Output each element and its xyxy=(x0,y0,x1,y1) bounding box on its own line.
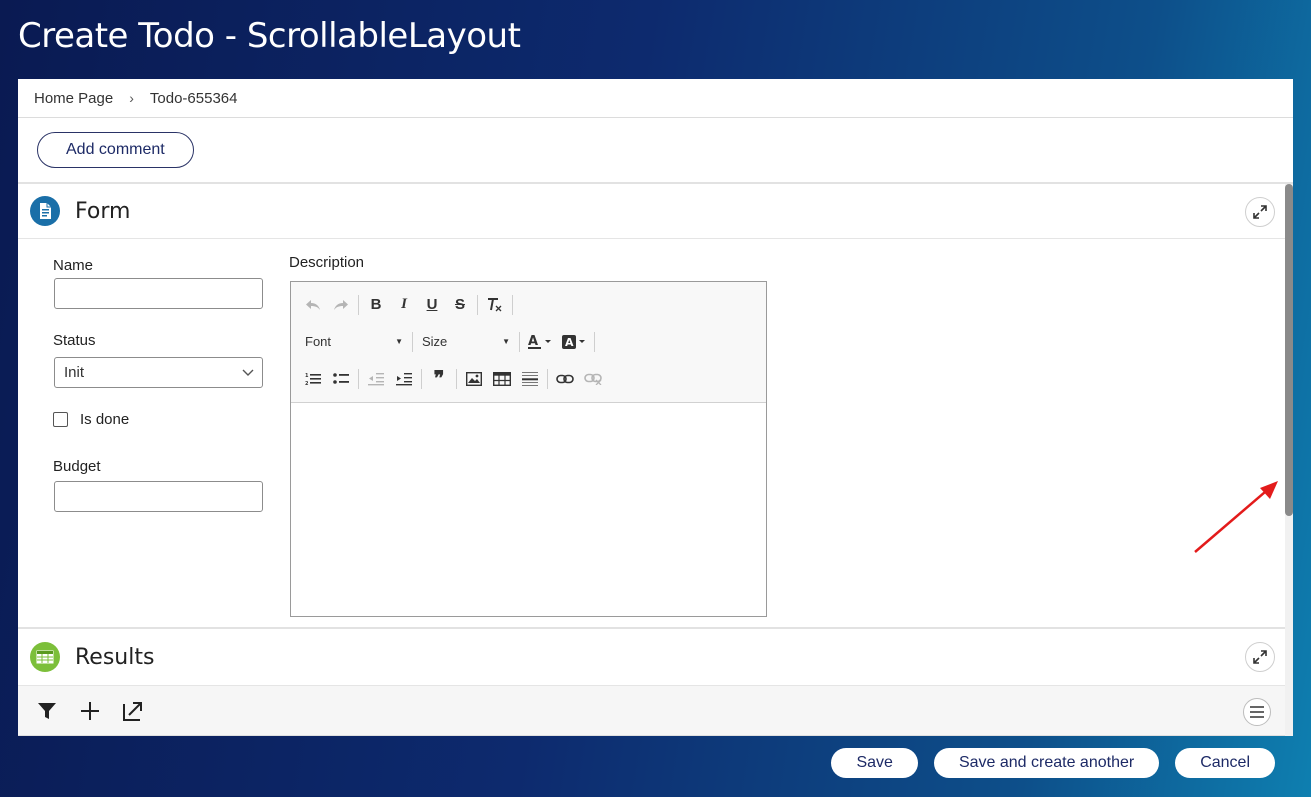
is-done-checkbox[interactable] xyxy=(53,412,68,427)
toolbar-separator xyxy=(421,368,422,389)
bullet-list-icon[interactable] xyxy=(327,366,355,392)
main-panel: Home Page › Todo-655364 Add comment Form xyxy=(18,79,1293,736)
status-label: Status xyxy=(53,332,96,349)
size-dropdown[interactable]: Size ▼ xyxy=(416,329,516,355)
save-and-create-another-button[interactable]: Save and create another xyxy=(933,748,1160,778)
breadcrumb-separator: › xyxy=(129,90,134,106)
status-select[interactable]: Init xyxy=(54,357,263,388)
underline-icon[interactable]: U xyxy=(418,292,446,318)
svg-text:1: 1 xyxy=(305,373,309,379)
unlink-icon[interactable] xyxy=(579,366,607,392)
save-button[interactable]: Save xyxy=(831,748,918,778)
cancel-button[interactable]: Cancel xyxy=(1175,748,1275,778)
table-insert-icon[interactable] xyxy=(488,366,516,392)
expand-icon xyxy=(1253,650,1267,664)
name-input[interactable] xyxy=(54,278,263,309)
indent-icon[interactable] xyxy=(390,366,418,392)
results-section-header: Results xyxy=(18,629,1293,686)
bold-icon[interactable]: B xyxy=(362,292,390,318)
redo-icon[interactable] xyxy=(327,292,355,318)
horizontal-line-icon[interactable] xyxy=(516,366,544,392)
toolbar-separator xyxy=(519,331,520,352)
blockquote-icon[interactable]: ❞ xyxy=(425,366,453,392)
link-icon[interactable] xyxy=(551,366,579,392)
toolbar-separator xyxy=(412,331,413,352)
budget-input[interactable] xyxy=(54,481,263,512)
undo-icon[interactable] xyxy=(299,292,327,318)
breadcrumb-home[interactable]: Home Page xyxy=(34,90,113,107)
editor-toolbar: B I U S Font ▼ Size ▼ A A 1 2 ❞ xyxy=(291,282,766,403)
form-section-header: Form xyxy=(18,184,1293,239)
scroll-area[interactable]: Form Name Status Init Is done Budget Des xyxy=(18,184,1293,736)
results-expand-button[interactable] xyxy=(1245,642,1275,672)
caret-down-icon: ▼ xyxy=(395,337,403,346)
toolbar-separator xyxy=(358,368,359,389)
font-dropdown-label: Font xyxy=(305,334,332,349)
italic-icon[interactable]: I xyxy=(390,292,418,318)
expand-icon xyxy=(1253,205,1267,219)
add-comment-button[interactable]: Add comment xyxy=(37,132,194,168)
page-title: Create Todo - ScrollableLayout xyxy=(18,16,521,56)
form-expand-button[interactable] xyxy=(1245,197,1275,227)
budget-label: Budget xyxy=(53,458,101,475)
svg-text:A: A xyxy=(528,334,538,349)
scrollbar-thumb[interactable] xyxy=(1285,184,1293,516)
caret-down-icon: ▼ xyxy=(502,337,510,346)
results-menu-button[interactable] xyxy=(1243,698,1271,726)
description-editor: B I U S Font ▼ Size ▼ A A 1 2 ❞ xyxy=(290,281,767,617)
image-icon[interactable] xyxy=(460,366,488,392)
editor-content-area[interactable] xyxy=(291,403,766,616)
form-body: Name Status Init Is done Budget Descript… xyxy=(18,239,1293,629)
document-icon xyxy=(30,196,60,226)
table-icon xyxy=(30,642,60,672)
add-icon[interactable] xyxy=(73,696,107,726)
clear-format-icon[interactable] xyxy=(481,292,509,318)
annotation-arrow-icon xyxy=(1194,481,1278,553)
size-dropdown-label: Size xyxy=(422,334,448,349)
breadcrumb-current: Todo-655364 xyxy=(149,89,238,107)
numbered-list-icon[interactable]: 12 xyxy=(299,366,327,392)
is-done-label: Is done xyxy=(80,411,130,428)
filter-icon[interactable] xyxy=(30,696,64,726)
description-label: Description xyxy=(289,254,365,271)
results-section-title: Results xyxy=(75,644,155,670)
results-toolbar xyxy=(18,686,1293,736)
toolbar-separator xyxy=(456,368,457,389)
svg-text:A: A xyxy=(565,336,574,349)
toolbar-separator xyxy=(477,294,478,315)
form-section-title: Form xyxy=(75,198,131,224)
font-dropdown[interactable]: Font ▼ xyxy=(299,329,409,355)
footer-actions: Save Save and create another Cancel xyxy=(831,748,1275,778)
outdent-icon[interactable] xyxy=(362,366,390,392)
toolbar-separator xyxy=(358,294,359,315)
breadcrumb: Home Page › Todo-655364 xyxy=(18,79,1293,118)
toolbar-separator xyxy=(594,331,595,352)
svg-text:2: 2 xyxy=(305,381,309,386)
chevron-down-icon xyxy=(242,369,254,376)
status-select-value: Init xyxy=(64,364,85,381)
text-color-icon[interactable]: A xyxy=(523,329,557,355)
toolbar-separator xyxy=(512,294,513,315)
action-bar: Add comment xyxy=(18,118,1293,184)
strikethrough-icon[interactable]: S xyxy=(446,292,474,318)
name-label: Name xyxy=(53,257,94,274)
background-color-icon[interactable]: A xyxy=(557,329,591,355)
export-icon[interactable] xyxy=(116,696,150,726)
hamburger-icon xyxy=(1250,706,1264,718)
toolbar-separator xyxy=(547,368,548,389)
